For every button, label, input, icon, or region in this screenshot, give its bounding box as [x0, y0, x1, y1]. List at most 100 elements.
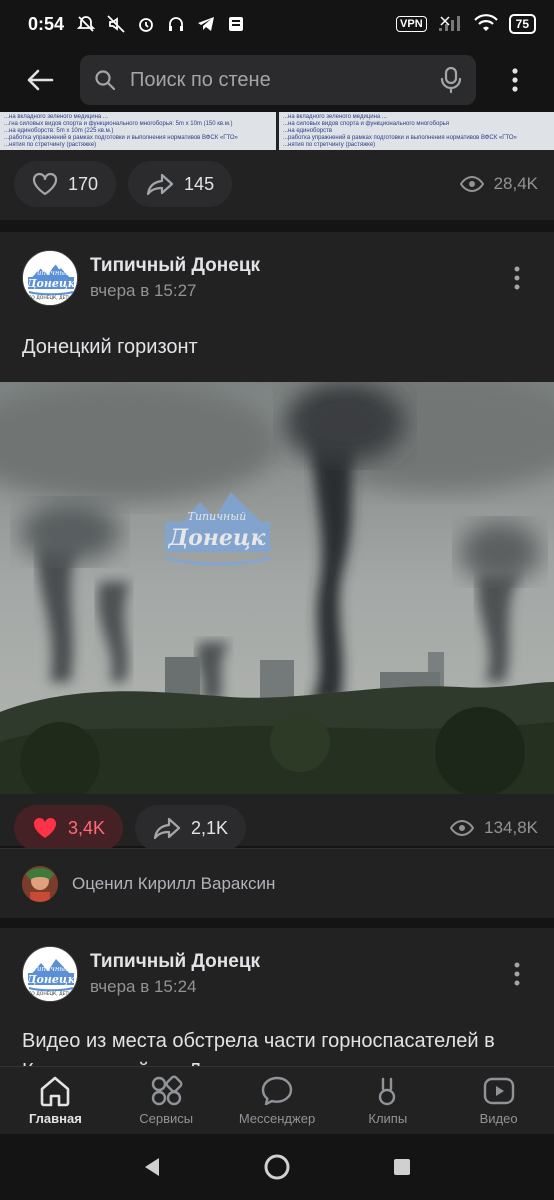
like-count: 170: [68, 173, 99, 194]
share-button[interactable]: 2,1K: [135, 805, 247, 851]
post-author-block[interactable]: Типичный Донецк вчера в 15:24: [90, 951, 502, 997]
doc-line: ...нятия по стретчингу (растяжке): [4, 142, 97, 148]
eye-icon: [450, 820, 475, 836]
tab-label: Мессенджер: [238, 1111, 316, 1126]
home-icon: [41, 1076, 70, 1107]
more-menu-button[interactable]: [476, 68, 554, 92]
logo-main-text: Донецк: [26, 973, 76, 986]
tab-messenger[interactable]: Мессенджер: [222, 1067, 333, 1134]
mute-icon: [107, 15, 125, 33]
doc-line: ...на вкладного зеленого медицина ...: [4, 114, 108, 120]
post-date[interactable]: вчера в 15:27: [90, 281, 502, 301]
community-logo-icon: Типичный Донецк ЕТО ДОНЕЦК, ДЕТКА!: [23, 947, 77, 1001]
community-avatar[interactable]: Типичный Донецк ЕТО ДОНЕЦК, ДЕТКА!: [22, 250, 78, 306]
doc-line: ...работка упражнений в рамках подготовк…: [283, 135, 517, 141]
heart-outline-icon: [32, 172, 58, 196]
like-button[interactable]: 170: [14, 161, 117, 207]
views-counter: 134,8K: [450, 818, 538, 838]
news-icon: [229, 17, 244, 31]
author-name[interactable]: Типичный Донецк: [90, 951, 502, 973]
wall-post: Типичный Донецк ЕТО ДОНЕЦК, ДЕТКА! Типич…: [0, 232, 554, 851]
previous-post: ...на вкладного зеленого медицина ... ..…: [0, 112, 554, 220]
clock: 0:54: [28, 13, 65, 34]
wall-search-field[interactable]: Поиск по стене: [80, 55, 476, 105]
heart-filled-icon: [33, 817, 57, 838]
post-header: Типичный Донецк ЕТО ДОНЕЦК, ДЕТКА! Типич…: [0, 938, 554, 1010]
friend-avatar[interactable]: [22, 865, 58, 902]
views-counter: 28,4K: [459, 174, 538, 194]
microphone-icon[interactable]: [440, 66, 462, 94]
bottom-navigation: Главная Сервисы Мессенджер Клипы Видео: [0, 1066, 554, 1134]
post-header: Типичный Донецк ЕТО ДОНЕЦК, ДЕТКА! Типич…: [0, 242, 554, 314]
battery-indicator: 75: [508, 14, 536, 34]
silent-icon: [76, 16, 96, 32]
more-vertical-icon: [514, 962, 520, 986]
document-image-strip[interactable]: ...на вкладного зеленого медицина ... ..…: [0, 112, 554, 150]
like-button[interactable]: 3,4K: [14, 805, 124, 851]
like-count: 3,4K: [68, 817, 106, 838]
author-name[interactable]: Типичный Донецк: [90, 255, 502, 277]
doc-line: ...на единоборств: [283, 128, 333, 134]
tab-label: Главная: [28, 1111, 82, 1126]
logo-top-text: Типичный: [32, 965, 70, 973]
clips-icon: [378, 1077, 395, 1106]
back-button[interactable]: [0, 48, 80, 112]
views-count: 28,4K: [493, 174, 538, 193]
status-system-icons: VPN 75: [396, 14, 536, 34]
post-text: Донецкий горизонт: [22, 336, 198, 358]
eye-icon: [459, 176, 484, 192]
arrow-left-icon: [27, 69, 54, 91]
system-navigation-bar: [0, 1134, 554, 1200]
system-back-icon[interactable]: [142, 1156, 162, 1178]
top-bar: Поиск по стене: [0, 48, 554, 112]
tab-label: Клипы: [368, 1111, 408, 1126]
system-recents-icon[interactable]: [392, 1157, 412, 1177]
post-menu-button[interactable]: [502, 266, 532, 290]
community-avatar[interactable]: Типичный Донецк ЕТО ДОНЕЦК, ДЕТКА!: [22, 946, 78, 1002]
more-vertical-icon: [514, 266, 520, 290]
more-vertical-icon: [512, 68, 518, 92]
wall-post: Типичный Донецк ЕТО ДОНЕЦК, ДЕТКА! Типич…: [0, 928, 554, 1082]
logo-main-text: Донецк: [26, 277, 76, 290]
document-right-column: ...на вкладного зеленого медицина ... ..…: [279, 112, 554, 150]
tab-home[interactable]: Главная: [0, 1067, 111, 1134]
post-menu-button[interactable]: [502, 962, 532, 986]
community-logo-icon: Типичный Донецк ЕТО ДОНЕЦК, ДЕТКА!: [23, 251, 77, 305]
system-home-icon[interactable]: [262, 1152, 292, 1182]
liked-by-text: Оценил Кирилл Вараксин: [72, 873, 276, 893]
share-arrow-icon: [146, 173, 174, 196]
doc-line: ...нятия по стретчингу (растяжке): [283, 142, 376, 148]
post-photo[interactable]: Типичный Донецк: [0, 382, 554, 794]
smoke-horizon-photo: Типичный Донецк: [0, 382, 554, 794]
search-icon: [95, 70, 116, 91]
status-notification-icons: [76, 14, 246, 34]
post-author-block[interactable]: Типичный Донецк вчера в 15:27: [90, 255, 502, 301]
liked-by-row[interactable]: Оценил Кирилл Вараксин: [0, 848, 554, 918]
logo-sub-text: ЕТО ДОНЕЦК, ДЕТКА!: [26, 295, 77, 301]
tab-clips[interactable]: Клипы: [332, 1067, 443, 1134]
post-date[interactable]: вчера в 15:24: [90, 977, 502, 997]
messenger-icon: [261, 1076, 293, 1106]
search-placeholder: Поиск по стене: [130, 68, 271, 91]
share-arrow-icon: [153, 817, 181, 840]
services-icon: [151, 1075, 183, 1106]
doc-line: ...на единоборств: 5m x 10m (225 кв.м.): [4, 128, 114, 134]
telegram-icon: [198, 17, 215, 31]
doc-line: ...на вкладного зеленого медицина ...: [283, 114, 387, 120]
share-count: 145: [184, 173, 215, 194]
signal-icon: [438, 16, 460, 31]
alarm-icon: [139, 18, 153, 32]
tab-services[interactable]: Сервисы: [111, 1067, 222, 1134]
logo-top-text: Типичный: [32, 269, 70, 277]
tab-label: Сервисы: [139, 1111, 194, 1126]
video-icon: [483, 1077, 514, 1105]
tab-video[interactable]: Видео: [443, 1067, 554, 1134]
watermark-top-text: Типичный: [188, 510, 247, 523]
document-left-column: ...на вкладного зеленого медицина ... ..…: [0, 112, 276, 150]
wifi-icon: [473, 14, 498, 31]
friend-avatar-image: [22, 865, 58, 902]
share-button[interactable]: 145: [128, 161, 233, 207]
watermark-main-text: Донецк: [168, 525, 266, 551]
headphones-icon: [169, 17, 184, 31]
views-count: 134,8K: [484, 818, 538, 837]
